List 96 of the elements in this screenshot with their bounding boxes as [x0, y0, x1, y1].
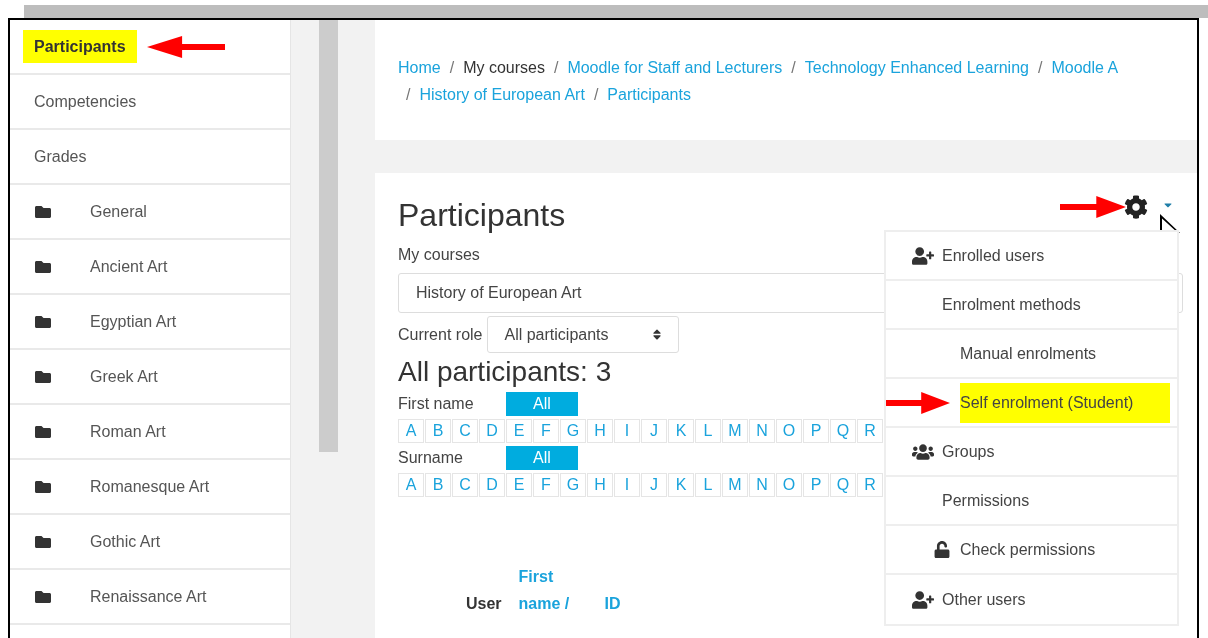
breadcrumb-link[interactable]: History of European Art	[419, 82, 585, 107]
menu-item[interactable]: Enrolled users	[942, 243, 1045, 268]
folder-icon	[34, 203, 52, 220]
breadcrumb-link[interactable]: Moodle for Staff and Lecturers	[567, 55, 783, 80]
field-label: Current role	[398, 324, 483, 345]
users-icon	[912, 442, 934, 461]
letter-link[interactable]: I	[614, 473, 640, 497]
letter-link[interactable]: Q	[830, 473, 856, 497]
filter-label: Surname	[398, 448, 464, 468]
sidebar-item[interactable]: Grades	[23, 140, 98, 173]
menu-item[interactable]: Other users	[942, 587, 1026, 612]
letter-link[interactable]: B	[425, 473, 451, 497]
letter-link[interactable]: E	[506, 419, 532, 443]
sidebar-item[interactable]: Egyptian Art	[79, 305, 188, 338]
letter-link[interactable]: J	[641, 473, 667, 497]
letter-link[interactable]: K	[668, 473, 694, 497]
menu-item[interactable]: Groups	[942, 439, 995, 464]
sidebar-item[interactable]: Ancient Art	[79, 250, 179, 283]
letter-link[interactable]: L	[695, 473, 721, 497]
all-button[interactable]: All	[506, 392, 578, 416]
breadcrumb-separator: /	[553, 57, 559, 78]
letter-link[interactable]: K	[668, 419, 694, 443]
letter-link[interactable]: A	[398, 419, 424, 443]
menu-item[interactable]: Manual enrolments	[960, 341, 1097, 366]
user-plus-icon	[912, 590, 934, 609]
column-header[interactable]: First name /	[518, 563, 575, 617]
letter-link[interactable]: H	[587, 419, 613, 443]
breadcrumb-separator: /	[593, 84, 599, 105]
folder-icon	[34, 478, 52, 495]
letter-link[interactable]: I	[614, 419, 640, 443]
page-title: Participants	[398, 196, 566, 235]
letter-link[interactable]: G	[560, 473, 586, 497]
sidebar-item[interactable]: General	[79, 195, 158, 228]
folder-icon	[34, 533, 52, 550]
user-plus-icon	[912, 246, 934, 265]
letter-link[interactable]: B	[425, 419, 451, 443]
folder-icon	[34, 313, 52, 330]
folder-icon	[34, 423, 52, 440]
letter-link[interactable]: A	[398, 473, 424, 497]
letter-link[interactable]: E	[506, 473, 532, 497]
letter-link[interactable]: C	[452, 473, 478, 497]
letter-link[interactable]: G	[560, 419, 586, 443]
settings-icon[interactable]	[1124, 195, 1148, 219]
letter-link[interactable]: D	[479, 419, 505, 443]
letter-link[interactable]: P	[803, 473, 829, 497]
sidebar-item[interactable]: Renaissance Art	[79, 580, 218, 613]
menu-item[interactable]: Permissions	[942, 488, 1030, 513]
menu-item[interactable]: Self enrolment (Student)	[960, 382, 1170, 423]
breadcrumb-link[interactable]: Participants	[607, 82, 691, 107]
letter-link[interactable]: F	[533, 419, 559, 443]
folder-icon	[34, 588, 52, 605]
folder-icon	[34, 368, 52, 385]
scrollbar-thumb[interactable]	[319, 20, 338, 452]
letter-link[interactable]: O	[776, 419, 802, 443]
letter-link[interactable]: M	[722, 419, 748, 443]
column-header[interactable]: ID	[604, 590, 621, 617]
letter-link[interactable]: O	[776, 473, 802, 497]
lock-icon	[934, 541, 950, 558]
letter-link[interactable]: J	[641, 419, 667, 443]
count-heading: All participants: 3	[398, 355, 612, 389]
letter-link[interactable]: H	[587, 473, 613, 497]
sort-icon	[652, 328, 663, 341]
letter-link[interactable]: N	[749, 473, 775, 497]
sidebar-item[interactable]: Gothic Art	[79, 525, 172, 558]
breadcrumb-separator: /	[406, 84, 411, 105]
letter-link[interactable]: F	[533, 473, 559, 497]
letter-link[interactable]: Q	[830, 419, 856, 443]
letter-link[interactable]: N	[749, 419, 775, 443]
arrow-icon	[146, 35, 225, 58]
letter-link[interactable]: M	[722, 473, 748, 497]
sidebar-item[interactable]: Competencies	[23, 85, 148, 118]
sidebar-item[interactable]: Roman Art	[79, 415, 177, 448]
menu-item[interactable]: Check permissions	[960, 537, 1096, 562]
breadcrumb-separator: /	[1037, 57, 1043, 78]
breadcrumb-separator: /	[449, 57, 455, 78]
filter-label: First name	[398, 394, 475, 414]
field-label: My courses	[398, 245, 480, 265]
breadcrumb-text: My courses	[463, 57, 545, 78]
letter-link[interactable]: R	[857, 473, 883, 497]
folder-icon	[34, 258, 52, 275]
sidebar-item[interactable]: Greek Art	[79, 360, 169, 393]
column-header: User	[466, 594, 502, 614]
letter-link[interactable]: C	[452, 419, 478, 443]
letter-link[interactable]: D	[479, 473, 505, 497]
letter-link[interactable]: P	[803, 419, 829, 443]
letter-link[interactable]: L	[695, 419, 721, 443]
breadcrumb-separator: /	[791, 57, 796, 78]
role-select[interactable]: All participants	[487, 316, 680, 353]
breadcrumb-link[interactable]: Moodle A	[1051, 55, 1119, 80]
all-button[interactable]: All	[506, 446, 578, 470]
breadcrumb-link[interactable]: Home	[398, 55, 441, 80]
letter-link[interactable]: R	[857, 419, 883, 443]
arrow-icon	[886, 392, 950, 414]
sidebar-item[interactable]: Participants	[23, 30, 137, 63]
breadcrumb-link[interactable]: Technology Enhanced Learning	[804, 55, 1029, 80]
sidebar-item[interactable]: Romanesque Art	[79, 470, 221, 503]
